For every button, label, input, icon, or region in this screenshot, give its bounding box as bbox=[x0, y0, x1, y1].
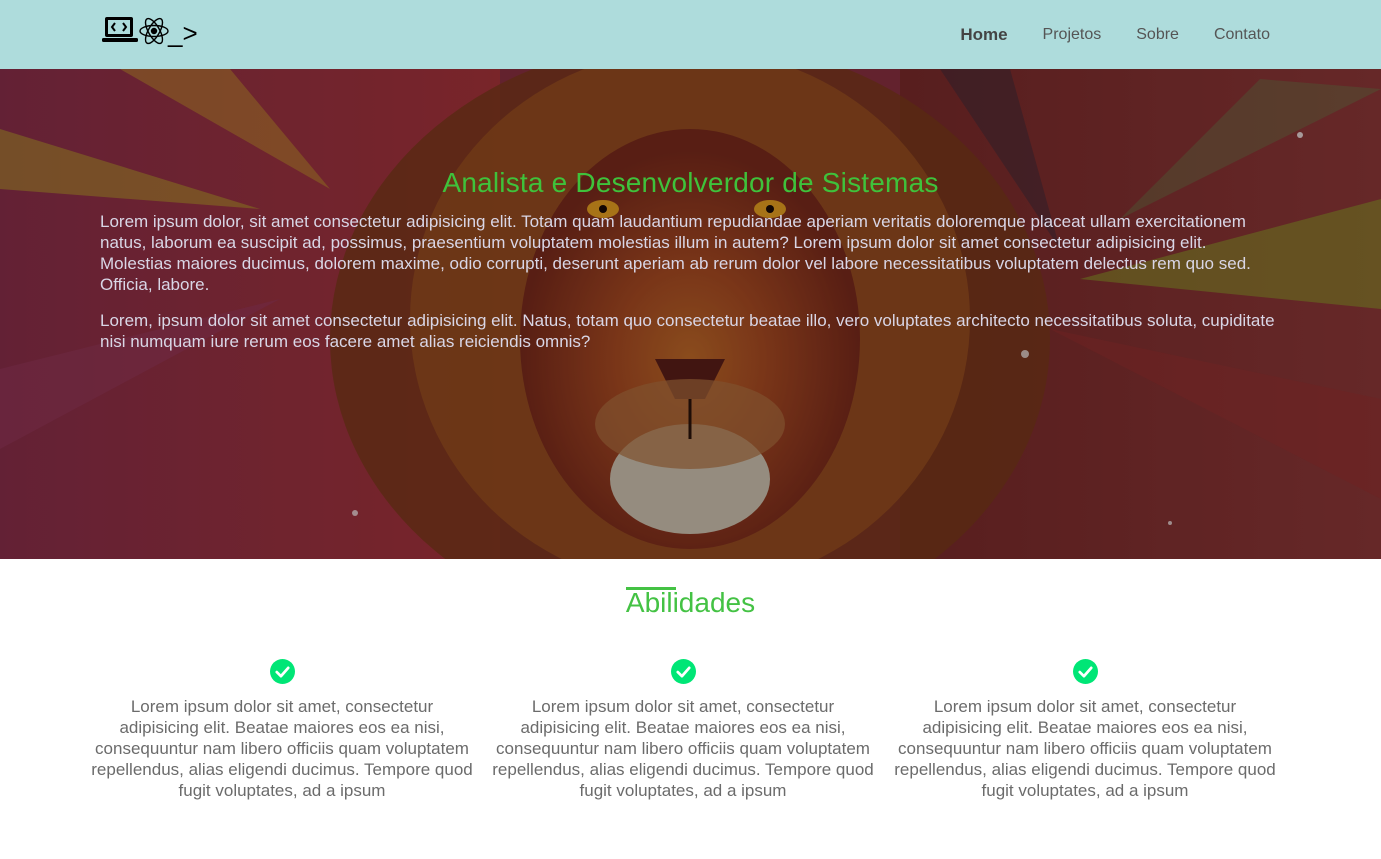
check-circle-icon bbox=[1072, 659, 1098, 684]
nav-sobre-link[interactable]: Sobre bbox=[1136, 26, 1179, 44]
skill-description: Lorem ipsum dolor sit amet, consectetur … bbox=[894, 697, 1276, 800]
check-circle-icon bbox=[269, 659, 295, 684]
nav-home-link[interactable]: Home bbox=[960, 25, 1007, 45]
skills-title: Abilidades bbox=[625, 587, 756, 618]
hero-paragraph: Lorem, ipsum dolor sit amet consectetur … bbox=[100, 311, 1275, 351]
logo-graphic: _> bbox=[102, 17, 198, 48]
main-nav: Home Projetos Sobre Contato bbox=[925, 0, 1270, 69]
skill-card: Lorem ipsum dolor sit amet, consectetur … bbox=[91, 659, 473, 801]
skill-card: Lorem ipsum dolor sit amet, consectetur … bbox=[492, 659, 874, 801]
navbar: _> Home Projetos Sobre Contato bbox=[0, 0, 1381, 69]
skills-section: Abilidades Lorem ipsum dolor sit amet, c… bbox=[0, 559, 1381, 859]
nav-projetos-link[interactable]: Projetos bbox=[1043, 26, 1102, 44]
site-logo[interactable]: _> bbox=[100, 12, 204, 48]
logo-prompt-text: _> bbox=[167, 18, 198, 48]
skill-card: Lorem ipsum dolor sit amet, consectetur … bbox=[894, 659, 1276, 801]
laptop-code-icon bbox=[102, 17, 138, 42]
hero-content: Analista e Desenvolverdor de Sistemas Lo… bbox=[100, 167, 1281, 367]
hero-paragraph: Lorem ipsum dolor, sit amet consectetur … bbox=[100, 212, 1251, 294]
hero-title: Analista e Desenvolverdor de Sistemas bbox=[442, 167, 939, 198]
check-circle-icon bbox=[670, 659, 696, 684]
skills-heading-wrapper: Abilidades bbox=[0, 587, 1381, 619]
skill-description: Lorem ipsum dolor sit amet, consectetur … bbox=[91, 697, 473, 800]
nav-contato-link[interactable]: Contato bbox=[1214, 26, 1270, 44]
react-atom-icon bbox=[139, 17, 169, 45]
skill-description: Lorem ipsum dolor sit amet, consectetur … bbox=[492, 697, 874, 800]
hero-section: Analista e Desenvolverdor de Sistemas Lo… bbox=[0, 69, 1381, 559]
